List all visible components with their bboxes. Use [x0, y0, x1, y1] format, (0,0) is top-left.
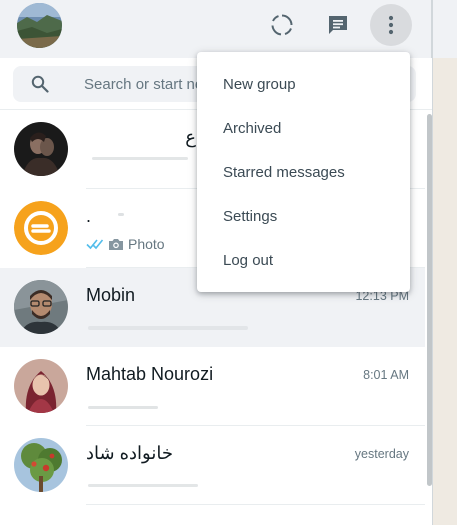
camera-icon: [109, 238, 123, 250]
message-preview: Photo: [128, 236, 165, 252]
preview-blur: [92, 157, 188, 160]
preview-blur: [88, 326, 248, 330]
search-icon[interactable]: [31, 75, 49, 93]
status-button[interactable]: [261, 4, 303, 46]
chat-avatar: [14, 359, 68, 413]
chat-avatar: [14, 122, 68, 176]
chat-name: .: [86, 206, 92, 226]
chat-item-partial[interactable]: [0, 505, 425, 525]
conversation-header-edge: [432, 0, 457, 58]
main-menu-dropdown: New group Archived Starred messages Sett…: [197, 52, 410, 292]
chat-avatar: [14, 438, 68, 492]
chat-avatar: [14, 280, 68, 334]
new-chat-button[interactable]: [317, 4, 359, 46]
new-chat-icon: [329, 16, 347, 34]
chat-preview: [86, 472, 406, 490]
preview-blur: [88, 484, 198, 487]
preview-blur: [118, 213, 124, 216]
chat-avatar: [14, 201, 68, 255]
chat-time: 8:01 AM: [363, 368, 409, 382]
sidebar-header: [0, 0, 432, 58]
more-vertical-icon: [388, 15, 394, 35]
chat-item[interactable]: Mahtab Nourozi 8:01 AM: [0, 347, 425, 426]
double-check-icon: [86, 239, 104, 250]
menu-item-log-out[interactable]: Log out: [197, 238, 410, 282]
panel-divider: [432, 0, 433, 525]
chat-list-scrollbar[interactable]: [425, 110, 432, 525]
menu-item-settings[interactable]: Settings: [197, 194, 410, 238]
chat-name: ع: [185, 127, 196, 147]
chat-name: خانواده شاد: [86, 443, 173, 463]
profile-avatar[interactable]: [17, 3, 62, 48]
chat-time: yesterday: [354, 447, 409, 461]
chat-name: Mobin: [86, 285, 136, 305]
chat-item[interactable]: خانواده شاد yesterday: [0, 426, 425, 505]
menu-item-archived[interactable]: Archived: [197, 106, 410, 150]
conversation-panel-edge: [432, 0, 457, 525]
chat-name: Mahtab Nourozi: [86, 364, 214, 384]
menu-item-starred-messages[interactable]: Starred messages: [197, 150, 410, 194]
status-ring-icon: [271, 14, 293, 36]
menu-item-new-group[interactable]: New group: [197, 62, 410, 106]
preview-blur: [88, 406, 158, 409]
menu-button[interactable]: [370, 4, 412, 46]
